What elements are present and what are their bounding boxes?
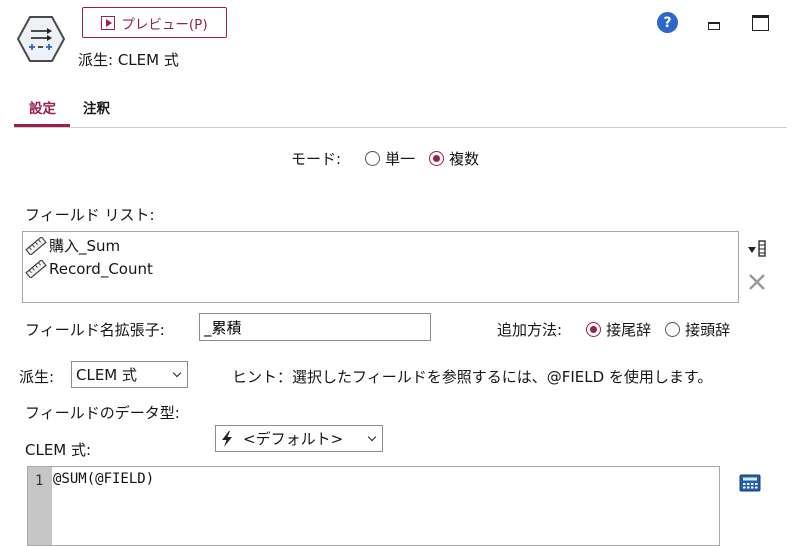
add-method-suffix-radio[interactable]	[586, 322, 602, 337]
suffix-label: フィールド名拡張子:	[25, 321, 165, 339]
mode-group: モード: 単一 複数	[291, 148, 479, 169]
field-list[interactable]: 購入_Sum Record_Count	[22, 231, 739, 303]
tab-annotations[interactable]: 注釈	[83, 97, 110, 117]
continuous-field-icon	[25, 259, 47, 278]
mode-multiple-radio[interactable]	[429, 151, 445, 166]
derive-select-value: CLEM 式	[76, 366, 138, 384]
derive-label: 派生:	[19, 368, 55, 386]
minimize-icon[interactable]	[708, 22, 720, 30]
add-method-prefix-radio[interactable]	[665, 322, 681, 337]
continuous-field-icon	[25, 236, 47, 255]
mode-label: モード:	[291, 150, 342, 168]
mode-single-radio[interactable]	[365, 151, 381, 166]
play-icon	[101, 15, 116, 30]
data-type-select[interactable]: <デフォルト>	[215, 425, 383, 452]
delete-icon[interactable]	[747, 272, 767, 292]
add-method-label: 追加方法:	[497, 321, 563, 339]
preview-button[interactable]: プレビュー(P)	[82, 7, 227, 38]
line-number: 1	[35, 473, 44, 489]
add-method-suffix-label[interactable]: 接尾辞	[606, 319, 651, 340]
data-type-select-value: <デフォルト>	[243, 430, 344, 448]
suffix-input[interactable]	[199, 313, 431, 341]
add-method-group: 追加方法: 接尾辞 接頭辞	[497, 319, 730, 340]
help-icon[interactable]: ?	[657, 12, 678, 33]
derive-select[interactable]: CLEM 式	[71, 361, 188, 388]
mode-single-label[interactable]: 単一	[385, 148, 415, 169]
derive-node-icon	[16, 16, 66, 62]
tab-divider	[14, 127, 787, 128]
node-title: 派生: CLEM 式	[78, 51, 179, 69]
chevron-down-icon	[367, 432, 377, 442]
expression-builder-icon[interactable]	[739, 474, 761, 492]
add-method-prefix-label[interactable]: 接頭辞	[685, 319, 730, 340]
lightning-icon	[222, 430, 232, 447]
chevron-down-icon	[172, 368, 182, 378]
mode-multiple-label[interactable]: 複数	[449, 148, 479, 169]
clem-expression-editor[interactable]: 1 @SUM(@FIELD)	[27, 466, 720, 546]
hint-text: ヒント：選択したフィールドを参照するには、@FIELD を使用します。	[232, 368, 713, 386]
field-name: Record_Count	[49, 259, 153, 278]
tab-settings[interactable]: 設定	[29, 97, 56, 117]
preview-button-label: プレビュー(P)	[121, 16, 208, 33]
expression-code[interactable]: @SUM(@FIELD)	[53, 471, 154, 487]
clem-label: CLEM 式:	[25, 441, 92, 459]
field-name: 購入_Sum	[49, 237, 121, 255]
maximize-icon[interactable]	[752, 15, 769, 31]
field-list-label: フィールド リスト:	[25, 206, 155, 224]
field-picker-icon[interactable]	[745, 238, 769, 260]
data-type-label: フィールドのデータ型:	[25, 404, 180, 422]
list-item[interactable]: 購入_Sum	[23, 234, 738, 257]
list-item[interactable]: Record_Count	[23, 257, 738, 280]
